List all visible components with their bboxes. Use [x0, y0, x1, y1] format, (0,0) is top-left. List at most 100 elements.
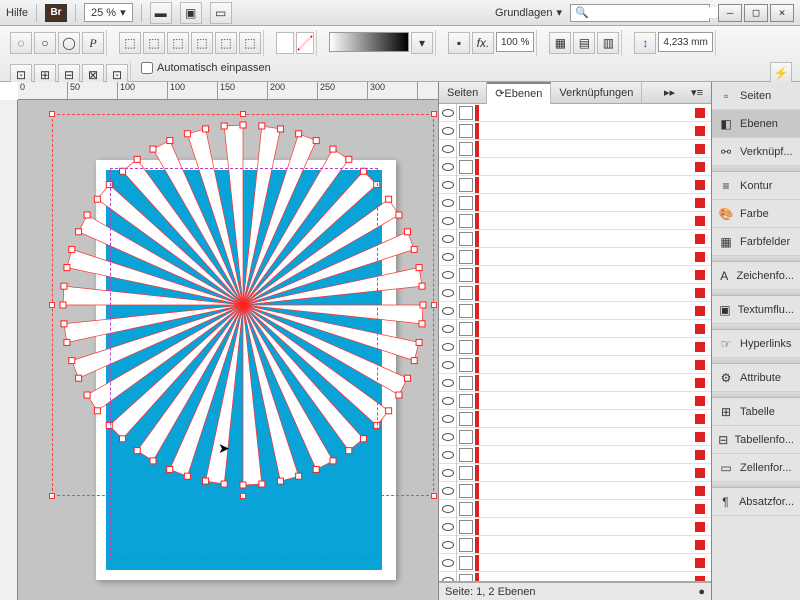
layer-row[interactable] — [439, 320, 711, 338]
selected-indicator[interactable] — [695, 468, 705, 478]
visibility-icon[interactable] — [439, 536, 457, 554]
visibility-icon[interactable] — [439, 446, 457, 464]
opacity-field[interactable]: 100 % — [496, 32, 534, 52]
selected-indicator[interactable] — [695, 180, 705, 190]
visibility-icon[interactable] — [439, 266, 457, 284]
layer-row[interactable] — [439, 554, 711, 572]
tool-ellipse-solid[interactable]: ○ — [34, 32, 56, 54]
measure-icon[interactable]: ↕ — [634, 32, 656, 54]
visibility-icon[interactable] — [439, 428, 457, 446]
layer-row[interactable] — [439, 230, 711, 248]
layer-row[interactable] — [439, 338, 711, 356]
selected-indicator[interactable] — [695, 396, 705, 406]
visibility-icon[interactable] — [439, 392, 457, 410]
visibility-icon[interactable] — [439, 302, 457, 320]
side-seiten[interactable]: ▫Seiten — [712, 82, 800, 110]
layer-row[interactable] — [439, 428, 711, 446]
side-zeichenfo-[interactable]: AZeichenfo... — [712, 262, 800, 290]
tab-ebenen[interactable]: ⟳ Ebenen — [487, 82, 551, 104]
selected-indicator[interactable] — [695, 558, 705, 568]
visibility-icon[interactable] — [439, 284, 457, 302]
selected-indicator[interactable] — [695, 504, 705, 514]
visibility-icon[interactable] — [439, 104, 457, 122]
side-verkn-pf-[interactable]: ⚯Verknüpf... — [712, 138, 800, 166]
side-hyperlinks[interactable]: ☞Hyperlinks — [712, 330, 800, 358]
visibility-icon[interactable] — [439, 140, 457, 158]
selected-indicator[interactable] — [695, 108, 705, 118]
search-input[interactable]: 🔍 — [570, 4, 710, 22]
tool-type[interactable]: P — [82, 32, 104, 54]
layer-row[interactable] — [439, 410, 711, 428]
layer-row[interactable] — [439, 356, 711, 374]
visibility-icon[interactable] — [439, 248, 457, 266]
visibility-icon[interactable] — [439, 572, 457, 583]
panel-menu[interactable]: ▾≡ — [683, 82, 711, 104]
bridge-button[interactable]: Br — [45, 4, 67, 22]
selected-indicator[interactable] — [695, 162, 705, 172]
layer-row[interactable] — [439, 212, 711, 230]
selected-indicator[interactable] — [695, 360, 705, 370]
selected-indicator[interactable] — [695, 306, 705, 316]
layer-row[interactable] — [439, 140, 711, 158]
layer-row[interactable] — [439, 518, 711, 536]
side-absatzfor-[interactable]: ¶Absatzfor... — [712, 488, 800, 516]
visibility-icon[interactable] — [439, 482, 457, 500]
side-farbe[interactable]: 🎨Farbe — [712, 200, 800, 228]
close-button[interactable]: × — [770, 4, 794, 22]
layer-row[interactable] — [439, 392, 711, 410]
layer-row[interactable] — [439, 302, 711, 320]
minimize-button[interactable]: – — [718, 4, 742, 22]
canvas[interactable]: 050100100150200250300 ➤ — [0, 82, 438, 600]
selected-indicator[interactable] — [695, 198, 705, 208]
side-textumflu-[interactable]: ▣Textumflu... — [712, 296, 800, 324]
layer-row[interactable] — [439, 482, 711, 500]
align-1[interactable]: ⬚ — [119, 32, 141, 54]
side-tabellenfo-[interactable]: ⊟Tabellenfo... — [712, 426, 800, 454]
selected-indicator[interactable] — [695, 270, 705, 280]
visibility-icon[interactable] — [439, 554, 457, 572]
selected-indicator[interactable] — [695, 342, 705, 352]
help-menu[interactable]: Hilfe — [6, 7, 28, 19]
selected-indicator[interactable] — [695, 414, 705, 424]
selected-indicator[interactable] — [695, 522, 705, 532]
visibility-icon[interactable] — [439, 194, 457, 212]
visibility-icon[interactable] — [439, 410, 457, 428]
panel-more[interactable]: ▸▸ — [656, 82, 683, 104]
tab-seiten[interactable]: Seiten — [439, 82, 487, 104]
flash-icon[interactable]: ⚡ — [770, 62, 792, 84]
fx-button[interactable]: fx. — [472, 32, 494, 54]
selected-indicator[interactable] — [695, 540, 705, 550]
visibility-icon[interactable] — [439, 176, 457, 194]
autofit-checkbox[interactable]: Automatisch einpassen — [141, 62, 271, 74]
view-option-1[interactable]: ▬ — [150, 2, 172, 24]
zoom-dropdown[interactable]: 25 %▾ — [84, 3, 133, 22]
selected-indicator[interactable] — [695, 252, 705, 262]
align-6[interactable]: ⬚ — [239, 32, 261, 54]
selected-indicator[interactable] — [695, 216, 705, 226]
layer-row[interactable] — [439, 374, 711, 392]
tool-ellipse-dashed[interactable]: ◯ — [58, 32, 80, 54]
workspace-switcher[interactable]: Grundlagen ▾ — [495, 6, 562, 19]
layer-row[interactable] — [439, 464, 711, 482]
width-field[interactable]: 4,233 mm — [658, 32, 712, 52]
fit-3[interactable]: ▥ — [597, 32, 619, 54]
visibility-icon[interactable] — [439, 230, 457, 248]
gradient-opt[interactable]: ▾ — [411, 32, 433, 54]
side-kontur[interactable]: ≡Kontur — [712, 172, 800, 200]
selected-indicator[interactable] — [695, 144, 705, 154]
visibility-icon[interactable] — [439, 320, 457, 338]
layer-row[interactable] — [439, 446, 711, 464]
visibility-icon[interactable] — [439, 122, 457, 140]
visibility-icon[interactable] — [439, 158, 457, 176]
screen-mode[interactable]: ▭ — [210, 2, 232, 24]
layer-row[interactable] — [439, 176, 711, 194]
visibility-icon[interactable] — [439, 374, 457, 392]
selected-indicator[interactable] — [695, 234, 705, 244]
layer-row[interactable] — [439, 572, 711, 582]
fill-swatch[interactable] — [276, 32, 294, 54]
selected-indicator[interactable] — [695, 486, 705, 496]
visibility-icon[interactable] — [439, 212, 457, 230]
layer-row[interactable] — [439, 194, 711, 212]
fit-2[interactable]: ▤ — [573, 32, 595, 54]
selected-indicator[interactable] — [695, 324, 705, 334]
